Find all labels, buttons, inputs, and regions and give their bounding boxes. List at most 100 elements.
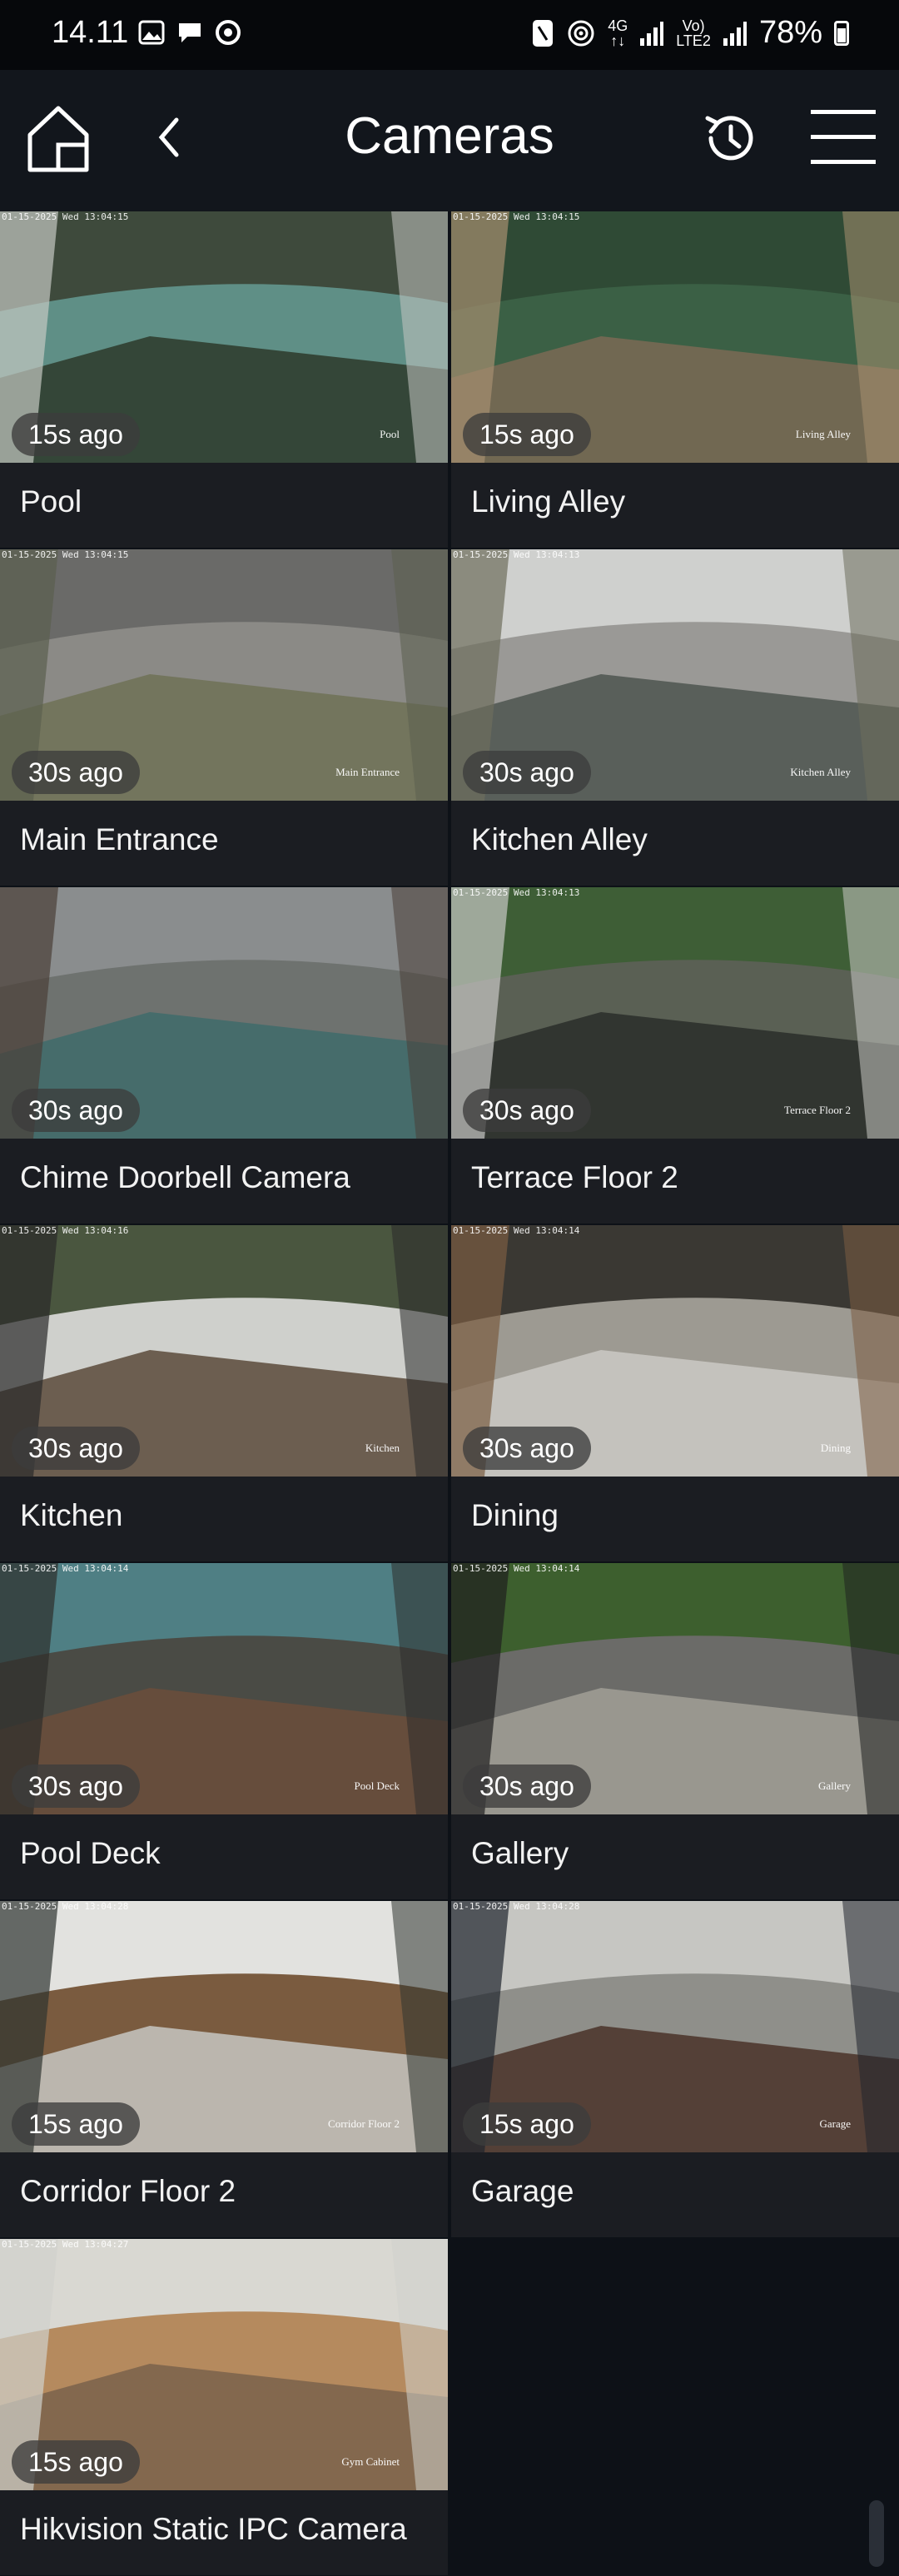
- camera-timestamp-overlay: 01-15-2025 Wed 13:04:15: [2, 549, 129, 560]
- camera-snapshot[interactable]: 01-15-2025 Wed 13:04:13 Kitchen Alley 30s …: [451, 549, 899, 801]
- camera-timestamp-overlay: 01-15-2025 Wed 13:04:14: [453, 1563, 580, 1574]
- volte-indicator: Vo) LTE2: [676, 18, 711, 48]
- camera-name-overlay: Main Entrance: [335, 766, 400, 778]
- hamburger-menu-icon: [811, 110, 876, 164]
- last-update-badge: 30s ago: [463, 1427, 591, 1470]
- volte-bottom: LTE2: [676, 32, 711, 49]
- camera-tile[interactable]: 01-15-2025 Wed 13:04:15 Main Entrance 30s …: [0, 549, 448, 886]
- hotspot-icon: [568, 20, 594, 46]
- status-right: 4G ↑↓ Vo) LTE2 78%: [531, 15, 849, 51]
- last-update-badge: 30s ago: [12, 1089, 140, 1132]
- last-update-badge: 30s ago: [12, 1764, 140, 1808]
- app-bar: Cameras: [0, 70, 899, 211]
- camera-timestamp-overlay: 01-15-2025 Wed 13:04:13: [453, 887, 580, 898]
- signal-icon: [640, 21, 664, 46]
- camera-snapshot[interactable]: 01-15-2025 Wed 13:04:16 Kitchen 30s ago: [0, 1225, 448, 1477]
- signal-2-icon: [723, 21, 747, 46]
- last-update-badge: 30s ago: [463, 1764, 591, 1808]
- camera-tile[interactable]: 01-15-2025 Wed 13:04:13 Terrace Floor 2 30…: [451, 887, 899, 1223]
- chat-icon: [176, 18, 204, 47]
- camera-snapshot[interactable]: 01-15-2025 Wed 13:04:28 Corridor Floor 2 1…: [0, 1901, 448, 2152]
- gallery-icon: [137, 18, 166, 47]
- camera-tile[interactable]: 01-15-2025 Wed 13:04:14 Pool Deck 30s ago P…: [0, 1563, 448, 1899]
- menu-button[interactable]: [809, 105, 877, 170]
- camera-name-overlay: Kitchen: [365, 1442, 400, 1454]
- battery-icon: [834, 20, 849, 46]
- camera-name: Kitchen Alley: [471, 822, 648, 856]
- camera-name: Kitchen: [20, 1498, 123, 1532]
- camera-timestamp-overlay: 01-15-2025 Wed 13:04:15: [453, 211, 580, 222]
- last-update-badge: 30s ago: [12, 751, 140, 794]
- camera-tile[interactable]: 01-15-2025 Wed 13:04:15 Pool 15s ago Pool: [0, 211, 448, 548]
- camera-name: Corridor Floor 2: [20, 2174, 236, 2208]
- scrollbar[interactable]: [869, 2500, 884, 2567]
- camera-snapshot[interactable]: 01-15-2025 Wed 13:04:15 Living Alley 15s a…: [451, 211, 899, 463]
- camera-snapshot[interactable]: 01-15-2025 Wed 13:04:27 Gym Cabinet 15s ag…: [0, 2239, 448, 2490]
- camera-tile[interactable]: 01-15-2025 Wed 13:04:15 Living Alley 15s a…: [451, 211, 899, 548]
- camera-name: Gallery: [471, 1836, 569, 1870]
- camera-timestamp-overlay: 01-15-2025 Wed 13:04:13: [453, 549, 580, 560]
- page-title: Cameras: [345, 107, 554, 165]
- camera-name-overlay: Terrace Floor 2: [784, 1104, 851, 1116]
- history-button[interactable]: [699, 107, 762, 170]
- camera-tile[interactable]: 01-15-2025 Wed 13:04:28 Garage 15s ago Gara…: [451, 1901, 899, 2237]
- camera-name: Main Entrance: [20, 822, 219, 856]
- camera-timestamp-overlay: 01-15-2025 Wed 13:04:16: [2, 1225, 129, 1236]
- camera-name-overlay: Corridor Floor 2: [328, 2117, 400, 2130]
- camera-name-overlay: Pool Deck: [354, 1779, 400, 1792]
- camera-timestamp-overlay: 01-15-2025 Wed 13:04:27: [2, 2239, 129, 2250]
- last-update-badge: 15s ago: [12, 413, 140, 456]
- camera-name-overlay: Garage: [819, 2117, 851, 2130]
- camera-snapshot[interactable]: 30s ago: [0, 887, 448, 1139]
- camera-snapshot[interactable]: 01-15-2025 Wed 13:04:13 Terrace Floor 2 30…: [451, 887, 899, 1139]
- last-update-badge: 15s ago: [463, 413, 591, 456]
- last-update-badge: 30s ago: [12, 1427, 140, 1470]
- camera-name: Chime Doorbell Camera: [20, 1160, 350, 1194]
- camera-name-overlay: Gallery: [818, 1779, 851, 1792]
- last-update-badge: 15s ago: [12, 2440, 140, 2484]
- target-icon: [214, 18, 242, 47]
- camera-name: Terrace Floor 2: [471, 1160, 678, 1194]
- camera-name: Pool: [20, 484, 82, 519]
- camera-timestamp-overlay: 01-15-2025 Wed 13:04:14: [2, 1563, 129, 1574]
- camera-name-overlay: Living Alley: [795, 428, 851, 440]
- history-icon: [705, 116, 753, 161]
- camera-snapshot[interactable]: 01-15-2025 Wed 13:04:14 Pool Deck 30s ago: [0, 1563, 448, 1814]
- camera-snapshot[interactable]: 01-15-2025 Wed 13:04:15 Main Entrance 30s …: [0, 549, 448, 801]
- camera-name-overlay: Pool: [380, 428, 400, 440]
- battery-percent: 78%: [758, 15, 822, 50]
- camera-timestamp-overlay: 01-15-2025 Wed 13:04:28: [2, 1901, 129, 1912]
- network-type: 4G ↑↓: [608, 17, 628, 49]
- last-update-badge: 15s ago: [12, 2102, 140, 2146]
- camera-tile[interactable]: 01-15-2025 Wed 13:04:16 Kitchen 30s ago Kit…: [0, 1225, 448, 1561]
- camera-snapshot[interactable]: 01-15-2025 Wed 13:04:14 Gallery 30s ago: [451, 1563, 899, 1814]
- camera-name: Living Alley: [471, 484, 626, 519]
- camera-tile[interactable]: 01-15-2025 Wed 13:04:13 Kitchen Alley 30s …: [451, 549, 899, 886]
- camera-name-overlay: Gym Cabinet: [341, 2455, 400, 2468]
- camera-timestamp-overlay: 01-15-2025 Wed 13:04:15: [2, 211, 129, 222]
- camera-name: Garage: [471, 2174, 574, 2208]
- camera-timestamp-overlay: 01-15-2025 Wed 13:04:28: [453, 1901, 580, 1912]
- status-time: 14.11: [52, 15, 129, 50]
- camera-snapshot[interactable]: 01-15-2025 Wed 13:04:14 Dining 30s ago: [451, 1225, 899, 1477]
- last-update-badge: 30s ago: [463, 751, 591, 794]
- network-type-label: 4G: [608, 17, 628, 34]
- camera-snapshot[interactable]: 01-15-2025 Wed 13:04:28 Garage 15s ago: [451, 1901, 899, 2152]
- notification-icons: [137, 18, 242, 47]
- camera-name-overlay: Dining: [820, 1442, 851, 1454]
- camera-tile[interactable]: 01-15-2025 Wed 13:04:14 Dining 30s ago Dini…: [451, 1225, 899, 1561]
- camera-snapshot[interactable]: 01-15-2025 Wed 13:04:15 Pool 15s ago: [0, 211, 448, 463]
- status-bar: 14.11 4G ↑↓ Vo) LTE2 78%: [0, 0, 899, 70]
- camera-name: Pool Deck: [20, 1836, 161, 1870]
- camera-tile[interactable]: 01-15-2025 Wed 13:04:28 Corridor Floor 2 1…: [0, 1901, 448, 2237]
- camera-name: Hikvision Static IPC Camera: [20, 2512, 407, 2546]
- volte-top: Vo): [682, 17, 705, 34]
- nfc-icon: [533, 19, 554, 47]
- camera-tile[interactable]: 01-15-2025 Wed 13:04:14 Gallery 30s ago Gal…: [451, 1563, 899, 1899]
- camera-name: Dining: [471, 1498, 559, 1532]
- camera-tile[interactable]: 01-15-2025 Wed 13:04:27 Gym Cabinet 15s ag…: [0, 2239, 448, 2575]
- last-update-badge: 15s ago: [463, 2102, 591, 2146]
- camera-timestamp-overlay: 01-15-2025 Wed 13:04:14: [453, 1225, 580, 1236]
- camera-name-overlay: Kitchen Alley: [790, 766, 851, 778]
- camera-tile[interactable]: 30s ago Chime Doorbell Camera: [0, 887, 448, 1223]
